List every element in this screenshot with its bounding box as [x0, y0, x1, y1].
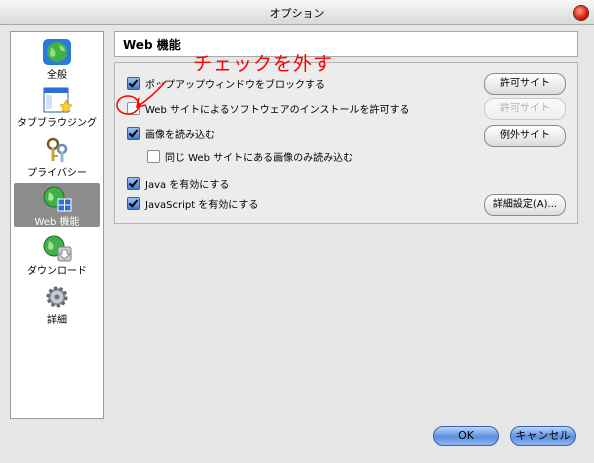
allowed-sites-install-button: 許可サイト — [484, 98, 566, 120]
option-label: JavaScript を有効にする — [145, 200, 259, 211]
checkbox[interactable] — [147, 150, 160, 163]
option-label: 画像を読み込む — [145, 130, 215, 141]
gear-icon — [46, 286, 68, 308]
cancel-button[interactable]: キャンセル — [510, 426, 576, 446]
annotation-text: チェックを外す — [193, 53, 334, 75]
checkbox[interactable] — [127, 177, 140, 190]
sidebar-item-privacy[interactable]: プライバシー — [14, 134, 100, 179]
sidebar-item-downloads[interactable]: ダウンロード — [14, 232, 100, 277]
sidebar-item-label: 全般 — [47, 70, 67, 81]
sidebar-item-advanced[interactable]: 詳細 — [14, 281, 100, 326]
ok-button[interactable]: OK — [433, 426, 499, 446]
sidebar-item-label: ダウンロード — [27, 266, 87, 277]
page-title: Web 機能 — [123, 38, 181, 52]
advanced-settings-button[interactable]: 詳細設定(A)... — [484, 194, 566, 216]
sidebar-item-label: 詳細 — [47, 315, 67, 326]
sidebar-item-label: Web 機能 — [34, 217, 80, 228]
annotation-arrow-icon — [116, 80, 167, 115]
exception-sites-button[interactable]: 例外サイト — [484, 125, 566, 147]
checkbox[interactable] — [127, 127, 140, 140]
window-title: オプション — [269, 7, 325, 20]
checkbox[interactable] — [127, 197, 140, 210]
close-button[interactable] — [573, 5, 589, 21]
option-label: 同じ Web サイトにある画像のみ読み込む — [165, 153, 354, 164]
keys-icon — [46, 137, 68, 162]
option-label: Java を有効にする — [145, 180, 230, 191]
tabbed-window-icon — [43, 87, 73, 113]
allowed-sites-popup-button[interactable]: 許可サイト — [484, 73, 566, 95]
section-header: Web 機能 — [114, 31, 578, 57]
sidebar-item-general[interactable]: 全般 — [14, 36, 100, 81]
sidebar-item-web-features[interactable]: Web 機能 — [14, 183, 100, 228]
title-bar: オプション — [0, 0, 594, 25]
globe-icon — [43, 39, 71, 65]
globe-puzzle-icon — [43, 186, 72, 212]
sidebar-item-tabbed-browsing[interactable]: タブブラウジング — [14, 84, 100, 129]
sidebar-item-label: タブブラウジング — [17, 118, 97, 129]
globe-download-icon — [43, 235, 72, 262]
sidebar-item-label: プライバシー — [27, 168, 87, 179]
category-sidebar: 全般 タブブラウジング プライバシー Web 機能 ダウンロード 詳細 — [10, 31, 104, 419]
